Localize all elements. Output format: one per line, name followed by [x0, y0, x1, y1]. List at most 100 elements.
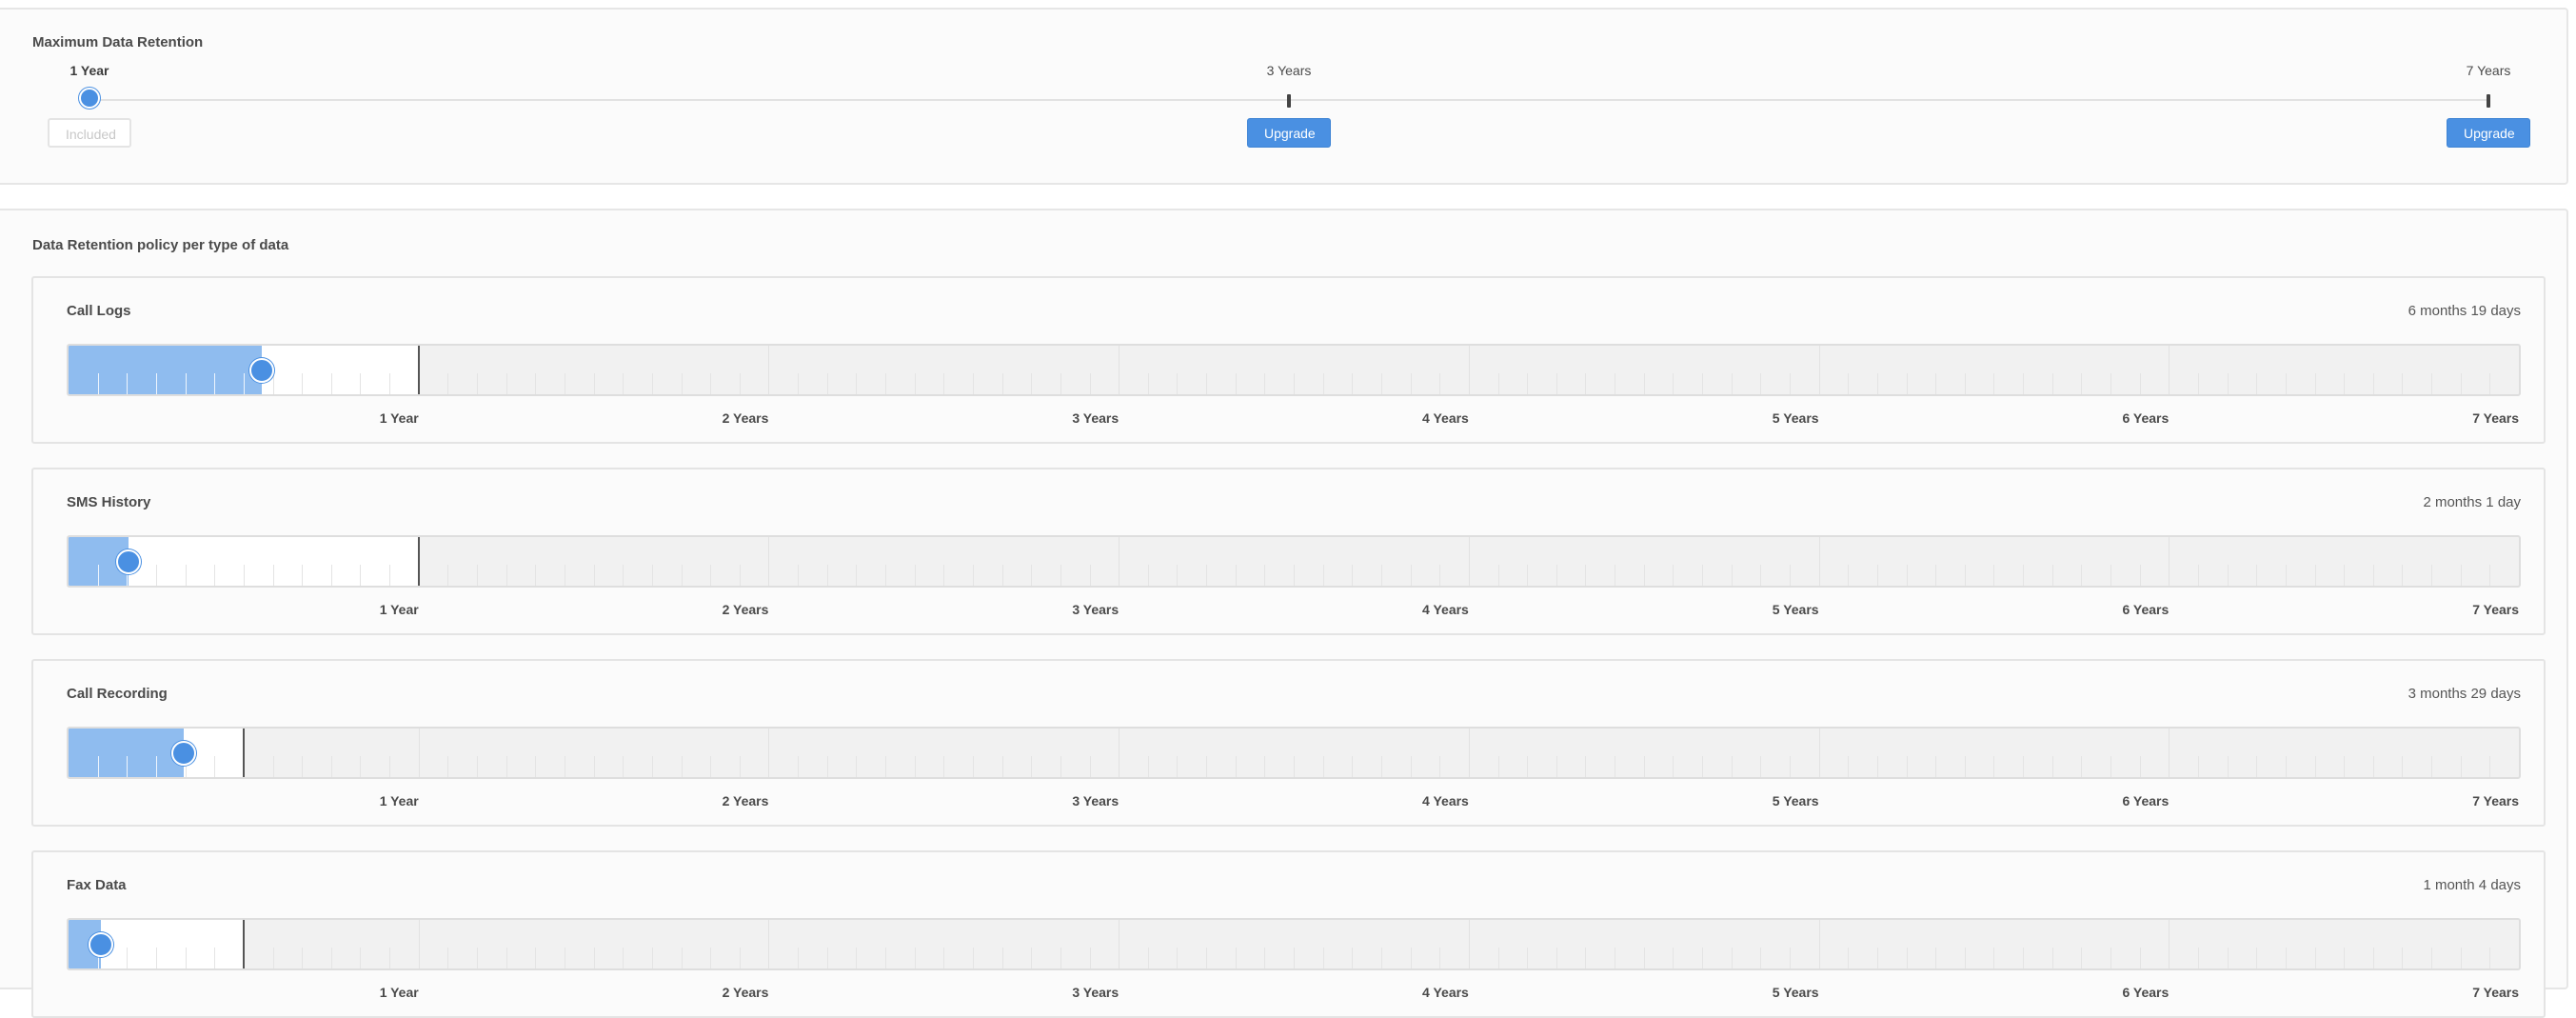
card-value: 3 months 29 days: [2408, 686, 2521, 702]
policy-card-call-logs: Call Logs 6 months 19 days 1 Year 2 Year…: [31, 276, 2546, 444]
month-tick: [2197, 565, 2199, 586]
card-value: 2 months 1 day: [2423, 494, 2521, 510]
month-tick: [943, 565, 945, 586]
month-tick: [2256, 948, 2258, 968]
month-tick: [2227, 948, 2229, 968]
month-tick: [1556, 373, 1557, 394]
month-tick: [1380, 756, 1382, 777]
month-tick: [972, 565, 974, 586]
month-tick: [360, 756, 362, 777]
stop-label: 7 Years: [2466, 63, 2511, 78]
month-tick: [2139, 948, 2141, 968]
month-tick: [2372, 373, 2374, 394]
month-tick: [185, 565, 187, 586]
month-tick: [2023, 948, 2025, 968]
retention-slider-track[interactable]: [67, 535, 2521, 588]
month-tick: [1235, 565, 1237, 586]
retention-slider-knob[interactable]: [248, 358, 274, 383]
month-tick: [127, 756, 129, 777]
month-tick: [97, 565, 99, 586]
max-retention-title: Maximum Data Retention: [32, 34, 204, 50]
month-tick: [2460, 373, 2462, 394]
month-tick: [739, 756, 741, 777]
month-tick: [1294, 565, 1295, 586]
retention-slider-knob[interactable]: [115, 549, 141, 574]
month-tick: [505, 565, 507, 586]
month-tick: [1177, 565, 1179, 586]
month-tick: [1380, 565, 1382, 586]
month-tick: [2402, 565, 2404, 586]
month-tick: [1876, 756, 1878, 777]
month-tick: [1147, 948, 1149, 968]
month-tick: [1673, 756, 1674, 777]
month-tick: [1352, 565, 1354, 586]
axis-label: 1 Year: [379, 410, 419, 426]
month-tick: [2051, 756, 2053, 777]
month-tick: [535, 756, 537, 777]
month-tick: [710, 948, 712, 968]
month-tick: [1235, 756, 1237, 777]
month-tick: [739, 948, 741, 968]
month-tick: [1264, 948, 1266, 968]
month-tick: [1380, 948, 1382, 968]
month-tick: [2139, 565, 2141, 586]
month-tick: [1322, 565, 1324, 586]
month-tick: [2314, 948, 2316, 968]
axis-label: 3 Years: [1072, 602, 1120, 617]
retention-slider-track[interactable]: [67, 727, 2521, 779]
axis-label: 1 Year: [379, 602, 419, 617]
axis-label: 7 Years: [2472, 602, 2519, 617]
month-tick: [826, 948, 828, 968]
month-tick: [1876, 565, 1878, 586]
month-tick: [127, 948, 129, 968]
month-tick: [1089, 756, 1091, 777]
month-tick: [2285, 948, 2287, 968]
month-tick: [2285, 756, 2287, 777]
month-tick: [943, 373, 945, 394]
retention-slider-knob[interactable]: [89, 932, 114, 957]
upgrade-3-years-button[interactable]: Upgrade: [1247, 118, 1331, 148]
year-gridline: [1818, 920, 1820, 968]
month-tick: [856, 948, 858, 968]
month-tick: [826, 756, 828, 777]
month-tick: [710, 373, 712, 394]
month-tick: [330, 565, 332, 586]
month-tick: [477, 565, 478, 586]
retention-slider-track[interactable]: [67, 344, 2521, 396]
month-tick: [1497, 565, 1499, 586]
month-tick: [1964, 373, 1966, 394]
retention-slider-track[interactable]: [67, 918, 2521, 970]
axis-label: 2 Years: [722, 793, 769, 808]
year-gridline: [1818, 729, 1820, 777]
month-tick: [2402, 373, 2404, 394]
month-tick: [185, 373, 187, 394]
slider-knob[interactable]: [79, 88, 100, 109]
month-tick: [1731, 373, 1733, 394]
axis-label: 5 Years: [1772, 602, 1819, 617]
month-tick: [1848, 756, 1850, 777]
year-gridline: [418, 920, 420, 968]
month-tick: [1380, 373, 1382, 394]
month-tick: [1177, 948, 1179, 968]
upgrade-7-years-button[interactable]: Upgrade: [2447, 118, 2530, 148]
month-tick: [739, 565, 741, 586]
axis-label: 2 Years: [722, 602, 769, 617]
month-tick: [972, 373, 974, 394]
month-tick: [1643, 948, 1645, 968]
month-tick: [1060, 373, 1061, 394]
month-tick: [1177, 756, 1179, 777]
axis-label: 4 Years: [1422, 410, 1469, 426]
month-tick: [360, 948, 362, 968]
month-tick: [914, 373, 916, 394]
month-tick: [1235, 948, 1237, 968]
month-tick: [1264, 756, 1266, 777]
retention-slider-knob[interactable]: [170, 741, 196, 766]
month-tick: [302, 565, 304, 586]
month-tick: [1702, 565, 1703, 586]
retention-limit-marker: [417, 346, 420, 394]
month-tick: [2489, 756, 2491, 777]
month-tick: [885, 948, 886, 968]
month-tick: [302, 756, 304, 777]
month-tick: [2489, 948, 2491, 968]
month-tick: [972, 948, 974, 968]
